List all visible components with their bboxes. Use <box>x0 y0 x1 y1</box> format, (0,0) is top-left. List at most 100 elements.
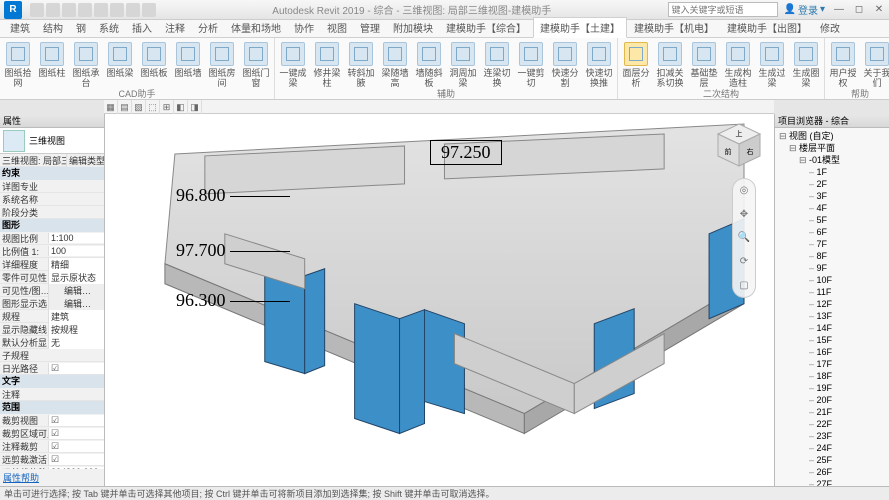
property-value[interactable]: 1:100 <box>48 233 104 243</box>
tree-leaf[interactable]: 1F <box>779 166 887 178</box>
ribbon-tab[interactable]: 建模助手【土建】 <box>533 17 627 38</box>
ribbon-button[interactable]: 修井梁柱 <box>311 40 343 88</box>
ribbon-button[interactable]: 关于我们 <box>861 40 889 88</box>
maximize-button[interactable]: ◻ <box>849 3 869 17</box>
vopt-icon[interactable]: ◧ <box>174 100 188 114</box>
property-value[interactable]: 编辑… <box>48 284 104 297</box>
tree-leaf[interactable]: 8F <box>779 250 887 262</box>
vopt-icon[interactable]: ◨ <box>188 100 202 114</box>
property-value[interactable]: 建筑 <box>48 310 104 323</box>
ribbon-button[interactable]: 图纸墙 <box>172 40 204 88</box>
ribbon-button[interactable]: 一键剪切 <box>515 40 547 88</box>
nav-zoom-icon[interactable]: 🔍 <box>738 232 750 243</box>
ribbon-tab[interactable]: 协作 <box>288 18 320 37</box>
properties-type-selector[interactable]: 三维视图 <box>0 128 104 154</box>
qat-more2-icon[interactable] <box>126 3 140 17</box>
properties-title[interactable]: 属性 <box>0 114 104 128</box>
ribbon-button[interactable]: 扣减关系切换 <box>654 40 686 88</box>
ribbon-tab[interactable]: 管理 <box>354 18 386 37</box>
vopt-icon[interactable]: ⊞ <box>160 100 174 114</box>
tree-group[interactable]: 楼层平面 <box>779 142 887 154</box>
navigation-bar[interactable]: ◎ ✥ 🔍 ⟳ ▢ <box>732 178 756 298</box>
ribbon-tab[interactable]: 附加模块 <box>387 18 439 37</box>
nav-pan-icon[interactable]: ✥ <box>740 209 748 220</box>
ribbon-tab[interactable]: 注释 <box>159 18 191 37</box>
ribbon-tab[interactable]: 建模助手【出图】 <box>721 18 813 37</box>
qat-redo-icon[interactable] <box>78 3 92 17</box>
ribbon-tab[interactable]: 钢 <box>70 18 92 37</box>
ribbon-button[interactable]: 图纸门窗 <box>240 40 272 88</box>
tree-leaf[interactable]: 3F <box>779 190 887 202</box>
ribbon-button[interactable]: 图纸梁 <box>104 40 136 88</box>
help-search[interactable] <box>668 2 778 17</box>
ribbon-button[interactable]: 生成构造柱 <box>722 40 754 88</box>
dimension-label[interactable]: 97.700 <box>176 240 290 261</box>
property-value[interactable] <box>48 454 104 465</box>
ribbon-button[interactable]: 图纸房间 <box>206 40 238 88</box>
ribbon-button[interactable]: 墙随斜板 <box>413 40 445 88</box>
tree-leaf[interactable]: 25F <box>779 454 887 466</box>
tree-node[interactable]: -01模型 <box>779 154 887 166</box>
help-search-input[interactable] <box>672 5 774 15</box>
tree-leaf[interactable]: 17F <box>779 358 887 370</box>
tree-leaf[interactable]: 5F <box>779 214 887 226</box>
property-value[interactable] <box>48 428 104 439</box>
ribbon-tab[interactable]: 建模助手【综合】 <box>440 18 532 37</box>
tree-leaf[interactable]: 11F <box>779 286 887 298</box>
property-value[interactable]: 无 <box>48 336 104 349</box>
property-value[interactable]: 按规程 <box>48 323 104 336</box>
ribbon-button[interactable]: 洞周加梁 <box>447 40 479 88</box>
ribbon-tab[interactable]: 建筑 <box>4 18 36 37</box>
property-value[interactable]: 100 <box>48 246 104 256</box>
ribbon-button[interactable]: 转斜加腋 <box>345 40 377 88</box>
tree-leaf[interactable]: 21F <box>779 406 887 418</box>
qat-dropdown-icon[interactable] <box>142 3 156 17</box>
ribbon-tab[interactable]: 建模助手【机电】 <box>628 18 720 37</box>
property-value[interactable]: 显示原状态 <box>48 271 104 284</box>
minimize-button[interactable]: — <box>829 3 849 17</box>
vopt-icon[interactable]: ▧ <box>132 100 146 114</box>
tree-leaf[interactable]: 26F <box>779 466 887 478</box>
dimension-label[interactable]: 97.250 <box>430 140 502 165</box>
tree-leaf[interactable]: 7F <box>779 238 887 250</box>
tree-leaf[interactable]: 16F <box>779 346 887 358</box>
viewport-3d[interactable]: 97.25096.80097.70096.300 上 前 右 ◎ ✥ 🔍 ⟳ ▢ <box>105 114 774 486</box>
ribbon-button[interactable]: 生成圈梁 <box>790 40 822 88</box>
tree-root[interactable]: 视图 (自定) <box>779 130 887 142</box>
tree-leaf[interactable]: 24F <box>779 442 887 454</box>
edit-type-button[interactable]: 编辑类型 <box>66 154 104 167</box>
property-category[interactable]: 约束 <box>0 167 104 180</box>
qat-undo-icon[interactable] <box>62 3 76 17</box>
ribbon-button[interactable]: 连梁切换 <box>481 40 513 88</box>
view-cube[interactable]: 上 前 右 <box>714 120 764 170</box>
ribbon-button[interactable]: 用户授权 <box>827 40 859 88</box>
tree-leaf[interactable]: 22F <box>779 418 887 430</box>
tree-leaf[interactable]: 2F <box>779 178 887 190</box>
ribbon-button[interactable]: 快速切换推 <box>583 40 615 88</box>
vopt-icon[interactable]: ▦ <box>104 100 118 114</box>
ribbon-tab[interactable]: 结构 <box>37 18 69 37</box>
ribbon-button[interactable]: 快速分割 <box>549 40 581 88</box>
property-category[interactable]: 图形 <box>0 219 104 232</box>
property-value[interactable]: 精细 <box>48 258 104 271</box>
tree-leaf[interactable]: 13F <box>779 310 887 322</box>
tree-leaf[interactable]: 9F <box>779 262 887 274</box>
app-icon[interactable]: R <box>4 1 22 19</box>
ribbon-button[interactable]: 一键成梁 <box>277 40 309 88</box>
ribbon-tab[interactable]: 系统 <box>93 18 125 37</box>
tree-leaf[interactable]: 12F <box>779 298 887 310</box>
tree-leaf[interactable]: 27F <box>779 478 887 486</box>
property-value[interactable] <box>48 363 104 374</box>
ribbon-button[interactable]: 图纸拾网 <box>2 40 34 88</box>
tree-leaf[interactable]: 18F <box>779 370 887 382</box>
property-category[interactable]: 文字 <box>0 375 104 388</box>
tree-leaf[interactable]: 19F <box>779 382 887 394</box>
properties-instance-selector[interactable]: 三维视图: 局部三维… ▾ 编辑类型 <box>0 154 104 167</box>
ribbon-button[interactable]: 生成过梁 <box>756 40 788 88</box>
qat-save-icon[interactable] <box>46 3 60 17</box>
vopt-icon[interactable]: ▤ <box>118 100 132 114</box>
nav-orbit-icon[interactable]: ⟳ <box>740 256 748 267</box>
tree-leaf[interactable]: 15F <box>779 334 887 346</box>
tree-leaf[interactable]: 23F <box>779 430 887 442</box>
ribbon-button[interactable]: 梁随墙高 <box>379 40 411 88</box>
